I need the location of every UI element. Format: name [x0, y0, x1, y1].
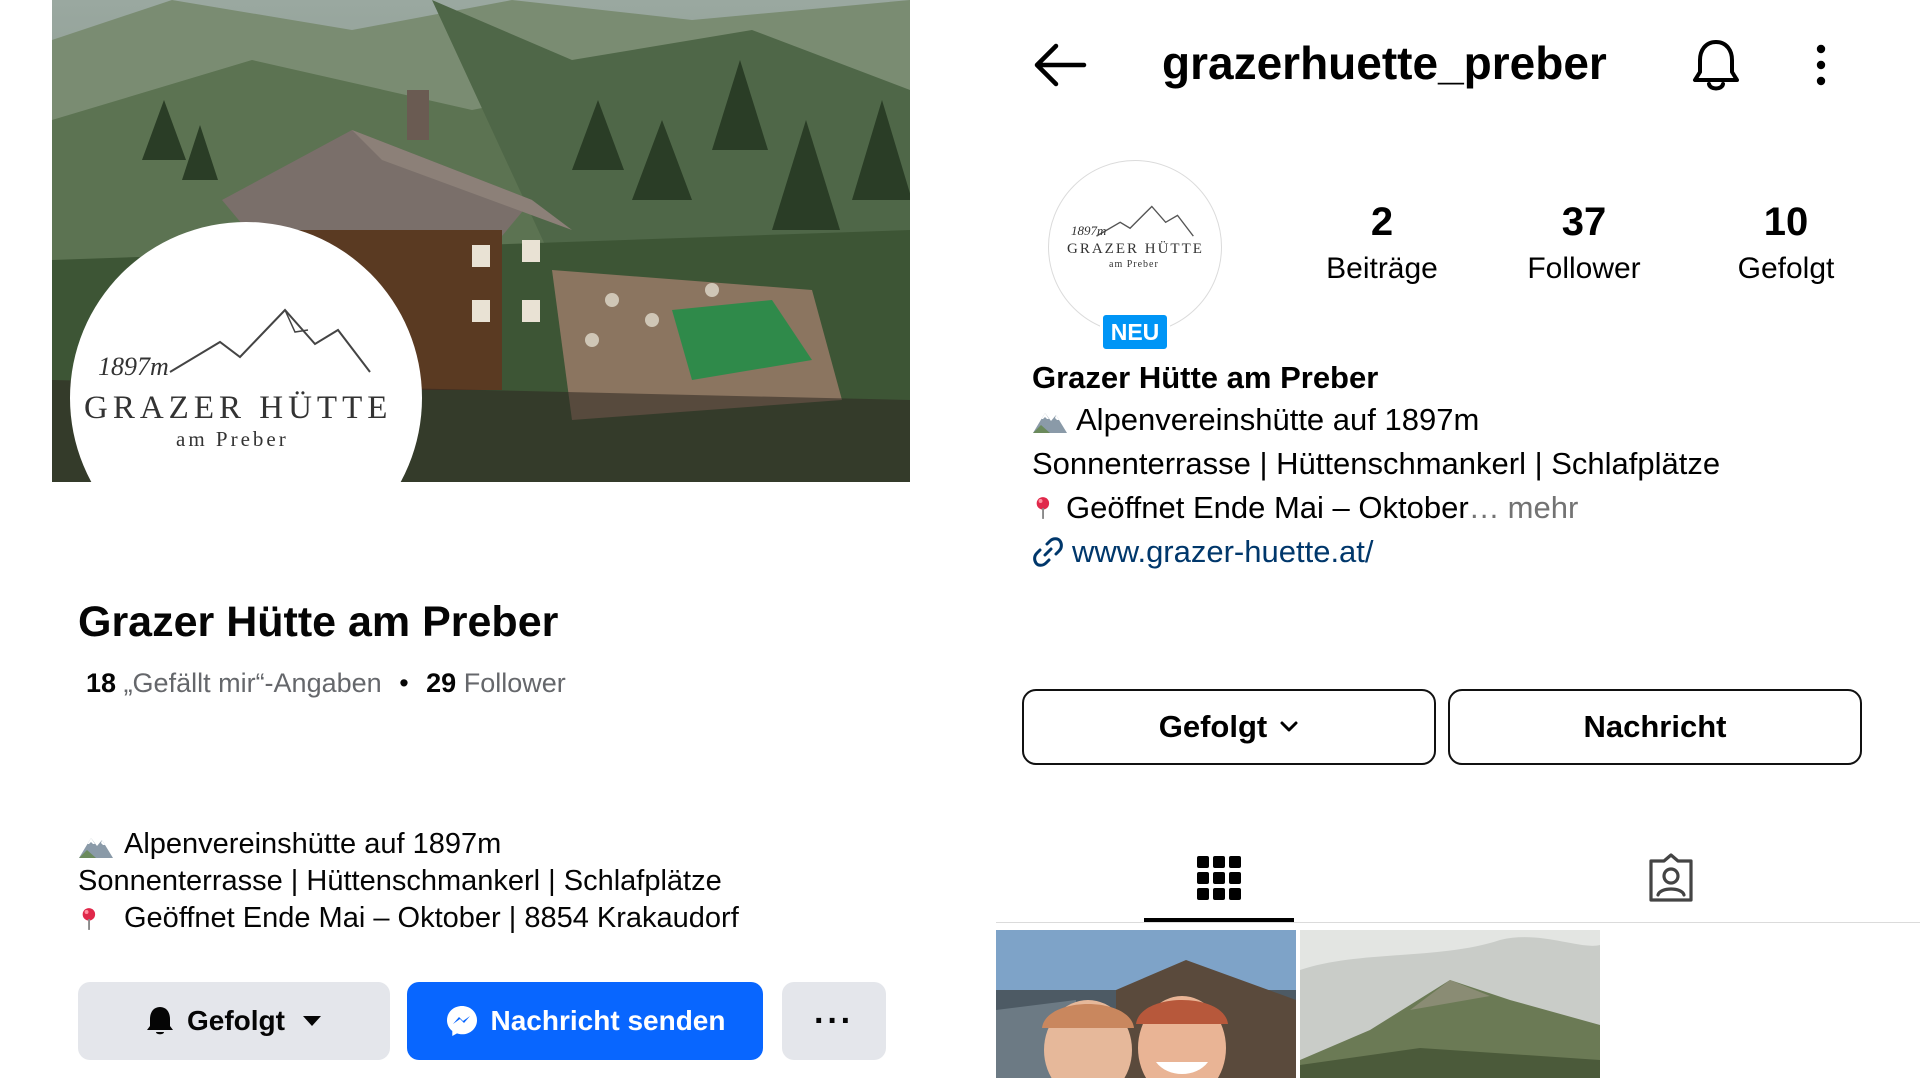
- more-options-button[interactable]: ···: [782, 982, 886, 1060]
- likes-label[interactable]: „Gefällt mir“-Angaben: [124, 668, 382, 698]
- post-image-mountain: [1300, 930, 1600, 1078]
- followers-count: 29: [426, 668, 457, 698]
- profile-avatar[interactable]: 1897m GRAZER HÜTTE am Preber: [1048, 160, 1222, 334]
- stat-following-count: 10: [1763, 200, 1809, 244]
- followers-label[interactable]: Follower: [464, 668, 566, 698]
- bell-icon: [147, 1007, 173, 1035]
- avatar-sub-text: am Preber: [1109, 259, 1159, 270]
- bio-line-1: Alpenvereinshütte auf 1897m: [124, 828, 502, 860]
- tagged-person-icon: [1649, 853, 1693, 902]
- logo-name-text: GRAZER HÜTTE: [84, 390, 393, 426]
- grid-icon: [1197, 856, 1241, 900]
- bio-line-2: Sonnenterrasse | Hüttenschmankerl | Schl…: [78, 865, 722, 897]
- profile-username: grazerhuette_preber: [1162, 37, 1607, 89]
- stat-posts-label: Beiträge: [1326, 252, 1438, 285]
- bio-line-3: Geöffnet Ende Mai – Oktober | 8854 Kraka…: [124, 902, 739, 934]
- more-options-label: ···: [814, 1002, 854, 1040]
- bio-line-2: Sonnenterrasse | Hüttenschmankerl | Schl…: [1032, 446, 1721, 481]
- stat-following[interactable]: 10 Gefolgt: [1686, 198, 1886, 292]
- avatar-altitude-text: 1897m: [1071, 223, 1107, 238]
- stat-following-label: Gefolgt: [1737, 252, 1835, 285]
- profile-bio: Alpenvereinshütte auf 1897m Sonnenterras…: [1032, 398, 1720, 574]
- logo-sub-text: am Preber: [176, 427, 289, 451]
- page-stats: 18 „Gefällt mir“-Angaben • 29 Follower: [86, 668, 566, 699]
- profile-display-name: Grazer Hütte am Preber: [1032, 360, 1379, 395]
- message-button[interactable]: Nachricht: [1448, 689, 1862, 765]
- avatar-name-text: GRAZER HÜTTE: [1067, 241, 1204, 257]
- bio-ellipsis: …: [1468, 490, 1500, 525]
- message-button-label: Nachricht: [1583, 709, 1727, 744]
- stat-posts-count: 2: [1370, 200, 1394, 244]
- following-button[interactable]: Gefolgt: [1022, 689, 1436, 765]
- post-image-selfie: [996, 930, 1296, 1078]
- caret-down-icon: [303, 1016, 321, 1026]
- back-arrow-icon[interactable]: [1032, 42, 1088, 88]
- bio-more-link[interactable]: mehr: [1508, 486, 1579, 530]
- post-thumbnail[interactable]: [996, 930, 1296, 1078]
- bell-icon[interactable]: [1690, 38, 1742, 92]
- bio-line-3: Geöffnet Ende Mai – Oktober: [1066, 490, 1469, 525]
- page-bio: Alpenvereinshütte auf 1897m Sonnenterras…: [78, 826, 739, 937]
- logo-altitude-text: 1897m: [98, 352, 169, 381]
- following-button-label: Gefolgt: [1158, 709, 1268, 744]
- likes-count: 18: [86, 668, 117, 698]
- stat-followers-label: Follower: [1527, 252, 1641, 285]
- send-message-button[interactable]: Nachricht senden: [407, 982, 763, 1060]
- stat-followers[interactable]: 37 Follower: [1484, 198, 1684, 292]
- tab-divider: [996, 922, 1920, 923]
- page-title: Grazer Hütte am Preber: [78, 598, 559, 646]
- pin-emoji-icon: [1036, 497, 1050, 519]
- tab-posts-grid[interactable]: [1144, 842, 1294, 914]
- stat-followers-count: 37: [1561, 200, 1607, 244]
- more-vertical-icon[interactable]: [1814, 44, 1828, 86]
- stat-posts[interactable]: 2 Beiträge: [1282, 198, 1482, 292]
- send-message-button-label: Nachricht senden: [490, 1005, 726, 1036]
- page-logo[interactable]: 1897m GRAZER HÜTTE am Preber: [70, 222, 422, 574]
- mountain-emoji-icon: [1033, 413, 1067, 433]
- new-badge: NEU: [1100, 312, 1170, 352]
- link-icon: [1033, 537, 1063, 567]
- instagram-profile-panel: grazerhuette_preber 1897m GRAZER HÜTTE a…: [996, 0, 1920, 1078]
- bio-line-1: Alpenvereinshütte auf 1897m: [1076, 402, 1480, 437]
- stats-separator: •: [399, 668, 409, 698]
- post-thumbnail[interactable]: [1300, 930, 1600, 1078]
- chevron-down-icon: [1280, 721, 1298, 732]
- bio-website-link[interactable]: www.grazer-huette.at/: [1072, 530, 1374, 574]
- following-button[interactable]: Gefolgt: [78, 982, 390, 1060]
- tab-tagged[interactable]: [1596, 842, 1746, 914]
- mountain-emoji-icon: [79, 837, 113, 858]
- messenger-icon: [446, 1006, 477, 1036]
- facebook-page-panel: 1897m GRAZER HÜTTE am Preber Grazer Hütt…: [0, 0, 960, 1078]
- pin-emoji-icon: [82, 907, 96, 930]
- following-button-label: Gefolgt: [187, 1005, 285, 1036]
